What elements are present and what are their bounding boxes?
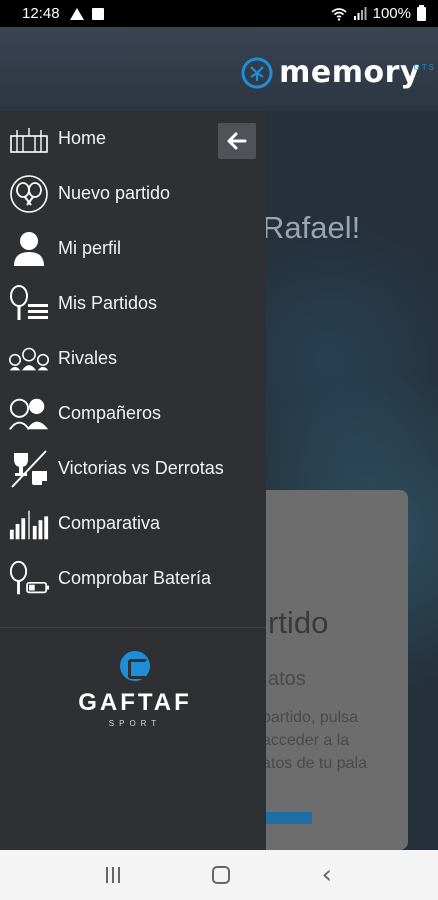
battery-icon (417, 4, 426, 21)
drawer-item-label: Mis Partidos (58, 293, 158, 313)
partners-icon (8, 394, 50, 434)
arrow-left-icon (227, 132, 247, 150)
drawer-item-companeros[interactable]: Compañeros (0, 386, 266, 441)
gaftaf-brand: GAFTAF SPORT (55, 651, 215, 728)
drawer-item-victorias-vs-derrotas[interactable]: Victorias vs Derrotas (0, 441, 266, 496)
card-title: rtido (268, 605, 329, 640)
drawer-item-label: Comprobar Batería (58, 568, 212, 588)
card-text: partido, pulsa acceder a la atos de tu p… (262, 709, 367, 772)
home-icon[interactable] (211, 866, 230, 884)
drawer-item-label: Rivales (58, 348, 118, 368)
brand-sub: SPORT (108, 719, 162, 728)
bar-charts-icon (8, 504, 50, 544)
user-icon (8, 229, 50, 269)
battery-percent: 100% (372, 5, 411, 22)
recent-apps-icon[interactable] (105, 867, 120, 883)
mail-icon (91, 7, 104, 20)
drawer-item-nuevo-partido[interactable]: Nuevo partido (0, 166, 266, 221)
drawer-item-comprobar-bateria[interactable]: Comprobar Batería (0, 551, 266, 606)
drawer-item-label: Victorias vs Derrotas (58, 458, 224, 478)
drawer-item-label: Comparativa (58, 513, 161, 533)
back-icon[interactable]: ‹ (322, 862, 332, 888)
navigation-drawer: Home Nuevo partido Mi perfil Mis Partido… (0, 111, 266, 850)
logo-text: memory (279, 55, 420, 90)
app-header: memory GTS (0, 27, 438, 111)
app-logo: memory (241, 55, 420, 90)
system-nav-bar: ‹ (0, 850, 438, 900)
greeting-text: Rafael! (262, 210, 361, 245)
close-drawer-button[interactable] (218, 123, 256, 159)
racket-list-icon (8, 284, 50, 324)
gaftaf-logo-icon (120, 651, 150, 681)
status-time: 12:48 (22, 5, 60, 22)
racket-battery-icon (8, 559, 50, 599)
brand-name: GAFTAF (78, 689, 192, 716)
logo-sub: GTS (413, 63, 436, 72)
warning-icon (69, 7, 84, 20)
wifi-icon (331, 7, 347, 21)
stadium-icon (8, 119, 50, 159)
drawer-item-rivales[interactable]: Rivales (0, 331, 266, 386)
card-subtitle: atos (268, 668, 306, 690)
drawer-item-label: Nuevo partido (58, 183, 171, 203)
status-bar: 12:48 100% (0, 0, 438, 27)
brain-icon (241, 57, 273, 88)
rivals-icon (8, 339, 50, 379)
drawer-item-label: Compañeros (58, 403, 162, 423)
trophy-thumbs-icon (8, 449, 50, 489)
drawer-item-mis-partidos[interactable]: Mis Partidos (0, 276, 266, 331)
drawer-item-label: Home (58, 128, 107, 148)
card-button (262, 812, 312, 824)
rackets-icon (8, 174, 50, 214)
drawer-divider (0, 627, 266, 628)
drawer-item-mi-perfil[interactable]: Mi perfil (0, 221, 266, 276)
drawer-item-comparativa[interactable]: Comparativa (0, 496, 266, 551)
signal-icon (353, 6, 367, 20)
drawer-item-label: Mi perfil (58, 238, 122, 258)
